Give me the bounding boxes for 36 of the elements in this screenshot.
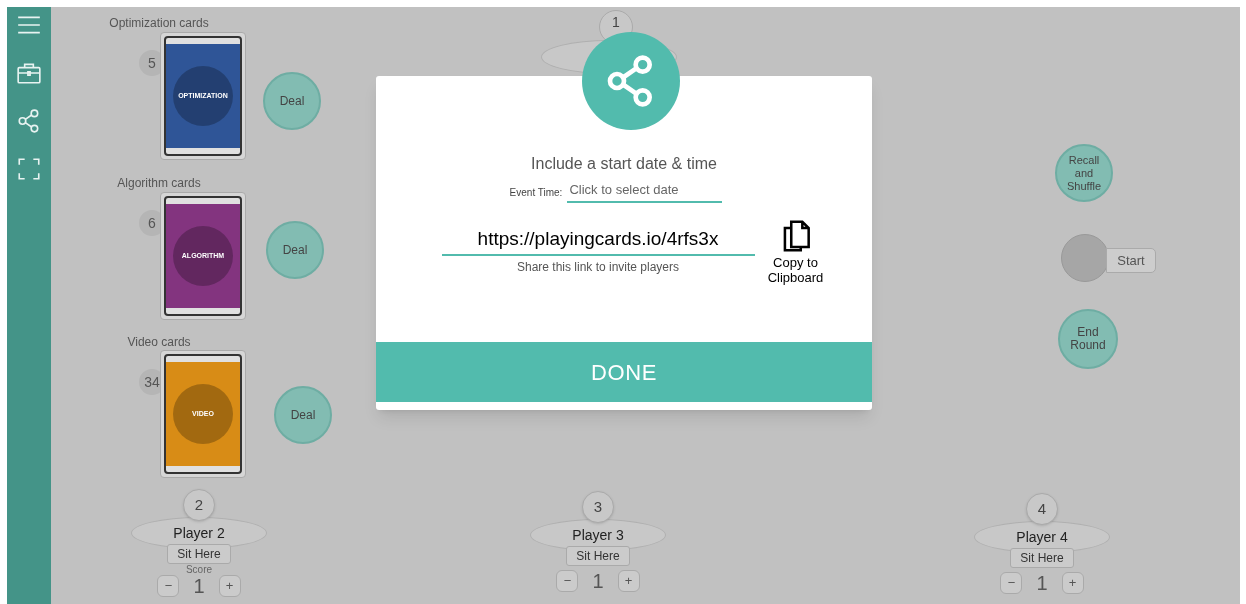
deck-title: Video cards [126,334,192,351]
decrement-button[interactable]: − [157,575,180,597]
score-value: 1 [193,575,205,597]
score-value: 1 [1036,572,1048,594]
event-time-field[interactable]: Click to select date [567,179,723,203]
recall-shuffle-button[interactable]: Recall and Shuffle [1055,144,1113,202]
seat-number: 2 [183,489,215,521]
seat-number: 4 [1026,493,1058,525]
deal-button[interactable]: Deal [274,386,332,444]
increment-button[interactable]: + [218,575,241,597]
player-name: Player 4 [1016,527,1068,547]
sit-here-button[interactable]: Sit Here [167,544,231,564]
decrement-button[interactable]: − [1000,572,1023,594]
dialog-heading: Include a start date & time [531,154,717,174]
player-name: Player 2 [173,523,225,543]
seat-number: 3 [582,491,614,523]
deck-title: Optimization cards [108,15,210,32]
score-label: Score [185,564,213,575]
fullscreen-icon[interactable] [16,156,42,182]
decrement-button[interactable]: − [556,570,579,592]
deal-button[interactable]: Deal [266,221,324,279]
share-link-field[interactable]: https://playingcards.io/4rfs3x [441,224,755,256]
deal-button[interactable]: Deal [263,72,321,130]
score-value: 1 [592,570,604,592]
increment-button[interactable]: + [617,570,640,592]
event-time-label: Event Time: [509,185,563,200]
end-round-button[interactable]: End Round [1058,309,1118,369]
player-name: Player 3 [572,525,624,545]
deck-title: Algorithm cards [116,175,202,192]
copy-button[interactable]: Copy to Clipboard [760,216,831,285]
start-button[interactable]: Start [1106,248,1156,273]
sit-here-button[interactable]: Sit Here [1010,548,1074,568]
link-hint: Share this link to invite players [516,259,680,276]
start-indicator [1061,234,1109,282]
sit-here-button[interactable]: Sit Here [566,546,630,566]
increment-button[interactable]: + [1061,572,1084,594]
